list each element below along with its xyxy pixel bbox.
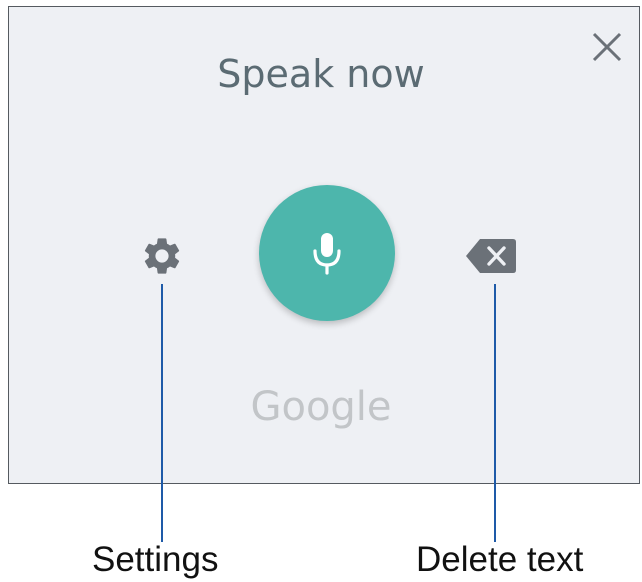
microphone-button[interactable] <box>259 185 395 321</box>
speak-now-title: Speak now <box>217 52 425 96</box>
gear-icon <box>144 238 180 274</box>
settings-button[interactable] <box>140 234 184 278</box>
screenshot-stage: Speak now Google Settings Delete text <box>0 0 642 582</box>
delete-callout-line <box>494 284 496 542</box>
google-wordmark: Google <box>250 384 392 430</box>
microphone-icon <box>313 233 341 275</box>
settings-callout-line <box>161 284 163 542</box>
settings-callout-label: Settings <box>92 540 219 579</box>
backspace-icon <box>466 239 516 273</box>
delete-text-button[interactable] <box>465 237 517 275</box>
delete-callout-label: Delete text <box>416 540 584 579</box>
